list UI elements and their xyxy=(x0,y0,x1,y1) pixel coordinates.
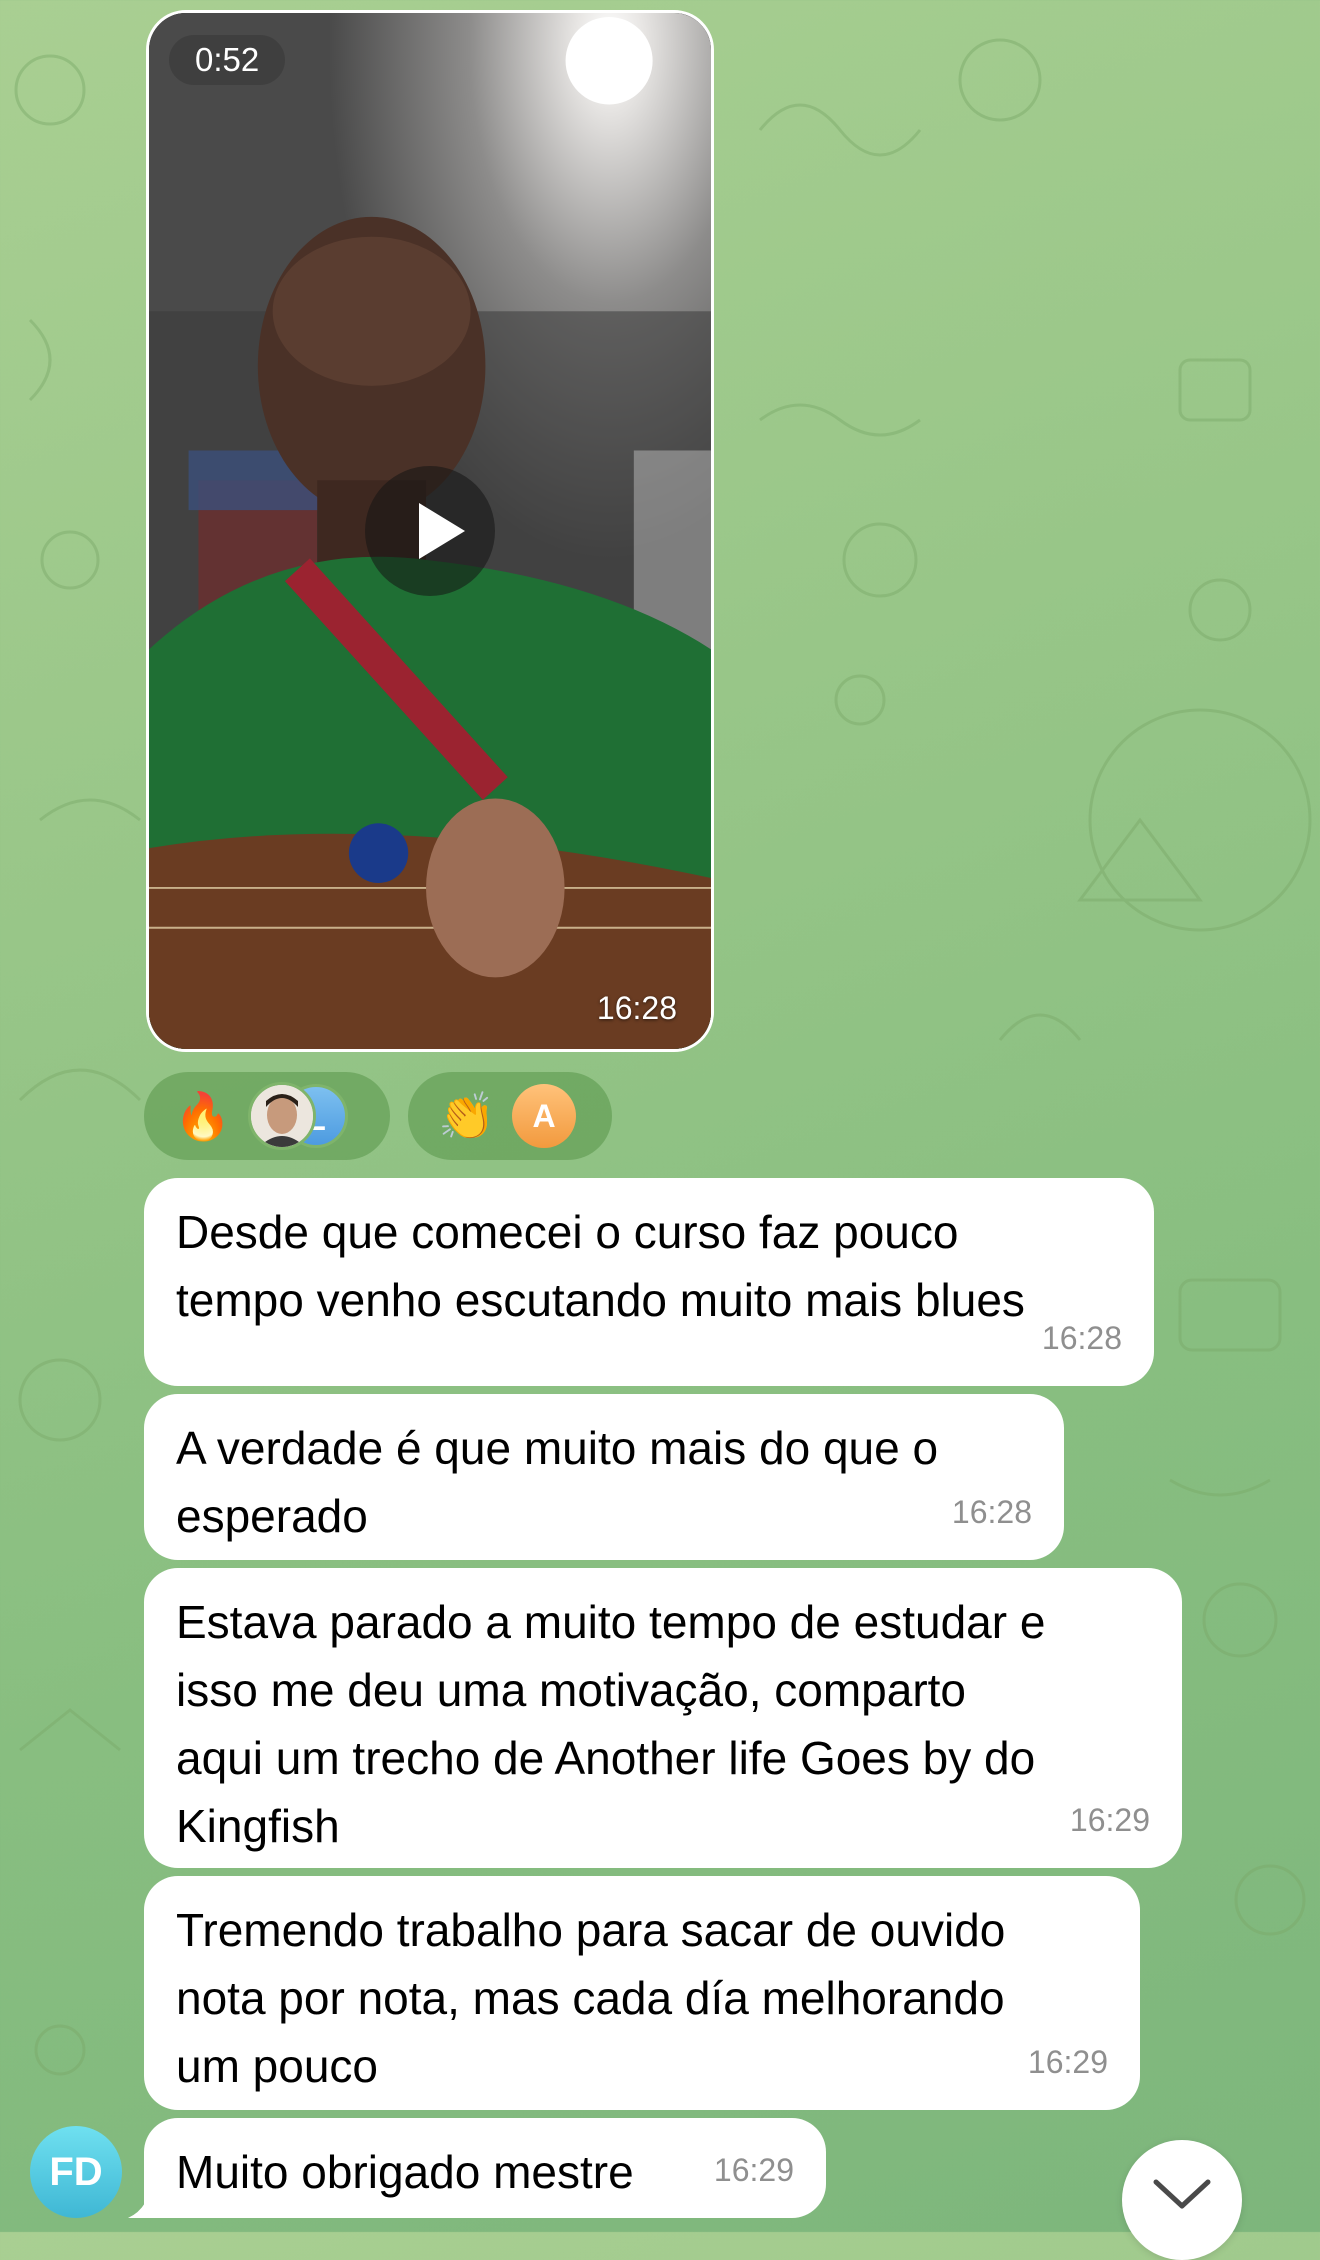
chevron-down-icon xyxy=(1153,2179,1211,2209)
message-bubble[interactable]: Estava parado a muito tempo de estudar e… xyxy=(144,1568,1182,1868)
message-text: Desde que comecei o curso faz pouco temp… xyxy=(176,1206,1025,1326)
sender-avatar[interactable]: FD xyxy=(30,2126,122,2218)
video-timestamp: 16:28 xyxy=(596,990,677,1026)
reactor-avatar-a: A xyxy=(512,1084,576,1148)
clap-emoji-icon: 👏 xyxy=(438,1090,496,1142)
message-bubble[interactable]: Desde que comecei o curso faz pouco temp… xyxy=(144,1178,1154,1386)
reactor-avatar-photo xyxy=(248,1082,316,1150)
message-bubble[interactable]: Muito obrigado mestre 16:29 xyxy=(144,2118,826,2218)
video-duration: 0:52 xyxy=(169,35,286,85)
play-icon[interactable] xyxy=(365,466,495,596)
message-text: A verdade é que muito mais do que o espe… xyxy=(176,1422,939,1542)
message-time: 16:29 xyxy=(713,2152,794,2188)
message-time: 16:29 xyxy=(1069,1802,1150,1838)
message-time: 16:28 xyxy=(951,1494,1032,1530)
message-text: Tremendo trabalho para sacar de ouvido n… xyxy=(176,1904,1006,2092)
scroll-down-button[interactable] xyxy=(1122,2140,1242,2260)
message-time: 16:28 xyxy=(1041,1320,1122,1356)
message-time: 16:29 xyxy=(1027,2044,1108,2080)
message-text: Estava parado a muito tempo de estudar e… xyxy=(176,1596,1046,1852)
message-text: Muito obrigado mestre xyxy=(176,2146,634,2198)
reaction-fire[interactable]: 🔥 L xyxy=(144,1072,390,1160)
fire-emoji-icon: 🔥 xyxy=(174,1090,232,1142)
message-bubble[interactable]: Tremendo trabalho para sacar de ouvido n… xyxy=(144,1876,1140,2110)
video-message[interactable]: 0:52 16:28 xyxy=(146,10,714,1052)
reaction-clap[interactable]: 👏 A xyxy=(408,1072,612,1160)
message-bubble[interactable]: A verdade é que muito mais do que o espe… xyxy=(144,1394,1064,1560)
